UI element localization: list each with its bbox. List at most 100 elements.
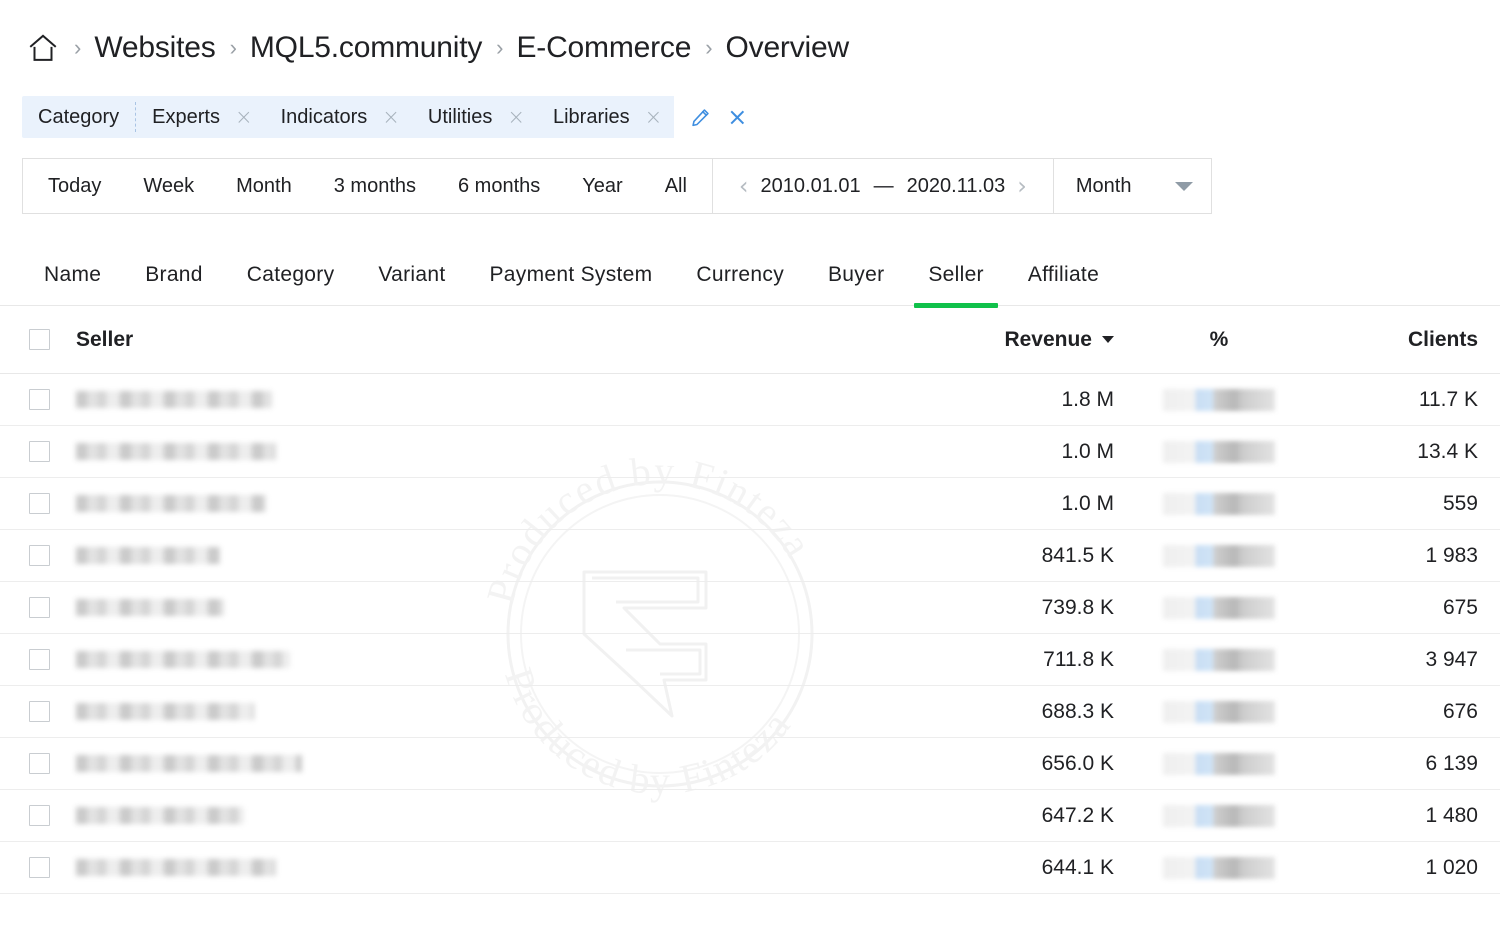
tab-variant[interactable]: Variant	[356, 263, 467, 305]
tab-payment-system[interactable]: Payment System	[467, 263, 674, 305]
row-checkbox[interactable]	[29, 493, 50, 514]
cell-revenue: 841.5 K	[884, 544, 1124, 568]
cell-seller-name[interactable]	[76, 547, 884, 564]
filter-chip-experts[interactable]: Experts ×	[136, 96, 264, 138]
date-to-value[interactable]: 2020.11.03	[907, 175, 1006, 198]
cell-seller-name[interactable]	[76, 807, 884, 824]
chevron-down-icon	[1175, 182, 1193, 191]
clear-filters-icon[interactable]: ×	[727, 105, 747, 129]
home-icon[interactable]	[26, 31, 60, 65]
cell-seller-name[interactable]	[76, 443, 884, 460]
tab-buyer[interactable]: Buyer	[806, 263, 906, 305]
cell-seller-name[interactable]	[76, 651, 884, 668]
table-row[interactable]: 841.5 K 1 983	[0, 530, 1500, 582]
column-header-percent[interactable]: %	[1124, 328, 1314, 352]
column-header-seller[interactable]: Seller	[76, 328, 884, 352]
redacted-seller-name	[76, 755, 302, 772]
table-row[interactable]: 647.2 K1 480	[0, 790, 1500, 842]
cell-percent	[1124, 441, 1314, 463]
redacted-seller-name	[76, 807, 244, 824]
row-checkbox[interactable]	[29, 389, 50, 410]
period-preset-month[interactable]: Month	[215, 159, 313, 213]
select-all-checkbox[interactable]	[29, 329, 50, 350]
redacted-seller-name	[76, 599, 224, 616]
row-checkbox[interactable]	[29, 441, 50, 462]
tab-seller[interactable]: Seller	[906, 263, 1006, 305]
pencil-icon[interactable]	[690, 107, 711, 128]
cell-seller-name[interactable]	[76, 391, 884, 408]
row-select-cell	[0, 649, 76, 670]
breadcrumb-item-mql5-community[interactable]: MQL5.community	[250, 31, 482, 65]
cell-seller-name[interactable]	[76, 703, 884, 720]
period-preset-today[interactable]: Today	[27, 159, 122, 213]
table-row[interactable]: 739.8 K675	[0, 582, 1500, 634]
remove-chip-icon[interactable]: ×	[503, 105, 529, 130]
cell-clients: 3 947	[1314, 648, 1500, 672]
tab-category[interactable]: Category	[225, 263, 357, 305]
period-preset-year[interactable]: Year	[561, 159, 643, 213]
table-row[interactable]: 688.3 K676	[0, 686, 1500, 738]
cell-revenue: 644.1 K	[884, 856, 1124, 880]
row-checkbox[interactable]	[29, 649, 50, 670]
cell-percent	[1124, 701, 1314, 723]
table-row[interactable]: 711.8 K3 947	[0, 634, 1500, 686]
table-row[interactable]: 644.1 K 1 020	[0, 842, 1500, 894]
filter-chip-utilities[interactable]: Utilities ×	[412, 96, 537, 138]
cell-clients: 1 480	[1314, 804, 1500, 828]
period-preset-3-months[interactable]: 3 months	[313, 159, 437, 213]
tab-name[interactable]: Name	[22, 263, 123, 305]
granularity-select[interactable]: Month	[1054, 158, 1212, 214]
filter-chip-libraries[interactable]: Libraries ×	[537, 96, 674, 138]
chevron-left-icon[interactable]: ‹	[727, 174, 761, 198]
table-row[interactable]: 1.0 M13.4 K	[0, 426, 1500, 478]
table-row[interactable]: 1.8 M11.7 K	[0, 374, 1500, 426]
filter-chip-group: Category Experts × Indicators × Utilitie…	[22, 96, 761, 138]
breadcrumb-item-e-commerce[interactable]: E-Commerce	[516, 31, 691, 65]
period-preset-all[interactable]: All	[644, 159, 708, 213]
select-all-cell	[0, 329, 76, 350]
tab-currency[interactable]: Currency	[674, 263, 806, 305]
date-range-picker[interactable]: ‹ 2010.01.01 — 2020.11.03 ›	[713, 158, 1054, 214]
seller-table: Seller Revenue % Clients 1.8 M11.7 K1.0 …	[0, 306, 1500, 894]
cell-clients: 1 020	[1314, 856, 1500, 880]
breadcrumb-item-websites[interactable]: Websites	[94, 31, 215, 65]
row-checkbox[interactable]	[29, 597, 50, 618]
tab-brand[interactable]: Brand	[123, 263, 225, 305]
row-checkbox[interactable]	[29, 857, 50, 878]
cell-clients: 676	[1314, 700, 1500, 724]
row-select-cell	[0, 597, 76, 618]
row-checkbox[interactable]	[29, 805, 50, 826]
remove-chip-icon[interactable]: ×	[231, 105, 257, 130]
remove-chip-icon[interactable]: ×	[641, 105, 667, 130]
row-checkbox[interactable]	[29, 701, 50, 722]
redacted-percent-bar	[1163, 805, 1275, 827]
cell-revenue: 1.0 M	[884, 492, 1124, 516]
period-preset-6-months[interactable]: 6 months	[437, 159, 561, 213]
redacted-percent-bar	[1163, 753, 1275, 775]
table-row[interactable]: 1.0 M559	[0, 478, 1500, 530]
breadcrumb-item-overview[interactable]: Overview	[726, 31, 849, 65]
table-row[interactable]: 656.0 K 6 139	[0, 738, 1500, 790]
cell-seller-name[interactable]	[76, 859, 884, 876]
row-checkbox[interactable]	[29, 545, 50, 566]
cell-seller-name[interactable]	[76, 599, 884, 616]
date-from-value[interactable]: 2010.01.01	[761, 175, 861, 198]
column-header-clients[interactable]: Clients	[1314, 328, 1500, 352]
redacted-percent-bar	[1163, 649, 1275, 671]
column-header-revenue[interactable]: Revenue	[884, 328, 1124, 352]
filter-chip-label: Indicators	[281, 106, 368, 129]
tab-affiliate[interactable]: Affiliate	[1006, 263, 1121, 305]
filter-chip-indicators[interactable]: Indicators ×	[265, 96, 412, 138]
chevron-right-icon[interactable]: ›	[1005, 174, 1039, 198]
cell-seller-name[interactable]	[76, 495, 884, 512]
redacted-percent-bar	[1163, 545, 1275, 567]
remove-chip-icon[interactable]: ×	[378, 105, 404, 130]
redacted-percent-bar	[1163, 493, 1275, 515]
row-select-cell	[0, 493, 76, 514]
period-preset-week[interactable]: Week	[122, 159, 215, 213]
cell-seller-name[interactable]	[76, 755, 884, 772]
cell-clients: 6 139	[1314, 752, 1500, 776]
row-checkbox[interactable]	[29, 753, 50, 774]
cell-clients: 1 983	[1314, 544, 1500, 568]
cell-revenue: 656.0 K	[884, 752, 1124, 776]
